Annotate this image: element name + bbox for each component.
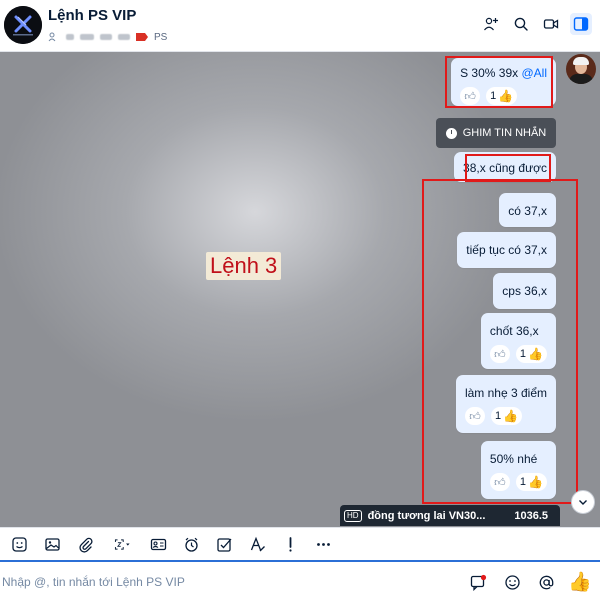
thumbs-up-outline-icon: 👍︎ <box>494 476 506 489</box>
text-format-icon <box>250 536 265 551</box>
like-button[interactable]: 👍︎ <box>464 407 485 425</box>
pin-message-label: GHIM TIN NHẮN <box>462 127 547 139</box>
message-composer: 👍 <box>0 560 600 600</box>
chevron-down-icon <box>579 500 587 505</box>
sticker-icon <box>12 536 27 552</box>
like-button[interactable]: 👍︎ <box>489 473 510 491</box>
message-input[interactable] <box>2 572 442 592</box>
ticker-name: đồng tương lai VN30... <box>367 509 486 522</box>
chat-header: Lệnh PS VIP PS <box>0 0 600 52</box>
group-avatar[interactable] <box>4 6 42 44</box>
message-bubble[interactable]: có 37,x <box>499 193 556 227</box>
thumbs-up-outline-icon: 👍︎ <box>494 348 506 361</box>
image-icon <box>45 537 60 551</box>
message-bubble[interactable]: 50% nhé 👍︎ 1 👍 <box>480 441 556 499</box>
highlight-box <box>445 56 553 108</box>
reaction-count: 1 <box>519 476 527 488</box>
message-text: làm nhẹ 3 điểm <box>464 386 547 400</box>
sender-avatar[interactable] <box>566 54 596 84</box>
add-member-button[interactable] <box>480 13 502 35</box>
message-bubble[interactable]: làm nhẹ 3 điểm 👍︎ 1 👍 <box>455 375 556 433</box>
search-icon <box>514 17 528 31</box>
blurred-info <box>118 34 130 40</box>
image-button[interactable] <box>36 530 69 558</box>
media-ticker[interactable]: HD đồng tương lai VN30... 1036.5 <box>340 505 560 526</box>
reaction-count: 1 <box>519 348 527 360</box>
more-button[interactable] <box>307 530 340 558</box>
search-button[interactable] <box>510 13 532 35</box>
sidebar-toggle-icon <box>573 17 589 31</box>
video-call-button[interactable] <box>540 13 562 35</box>
quick-like-button[interactable]: 👍 <box>568 572 592 593</box>
reaction-row: 👍︎ 1 👍 <box>489 345 547 363</box>
composer-actions: 👍 <box>468 572 592 593</box>
reaction-count-pill[interactable]: 1 👍 <box>515 473 547 491</box>
screenshot-button[interactable] <box>102 530 142 558</box>
reaction-row: 👍︎ 1 👍 <box>464 407 547 425</box>
message-text: cps 36,x <box>502 284 547 298</box>
quick-message-button[interactable] <box>468 572 488 592</box>
contact-card-icon <box>150 538 167 550</box>
reaction-count-pill[interactable]: 1 👍 <box>515 345 547 363</box>
like-button[interactable]: 👍︎ <box>489 345 510 363</box>
message-bubble[interactable]: tiếp tục có 37,x <box>457 232 556 268</box>
emoji-icon <box>504 574 520 590</box>
message-text: tiếp tục có 37,x <box>466 243 547 257</box>
video-call-icon <box>543 19 559 29</box>
hd-badge: HD <box>344 509 362 522</box>
reminder-icon <box>185 537 198 552</box>
group-logo-icon <box>4 6 42 44</box>
chat-title[interactable]: Lệnh PS VIP <box>48 7 136 24</box>
group-subinfo: PS <box>48 30 167 44</box>
attach-icon <box>79 537 93 553</box>
header-actions <box>480 13 592 35</box>
tag-icon <box>136 33 148 41</box>
message-text: chốt 36,x <box>489 324 539 338</box>
thumbs-up-outline-icon: 👍︎ <box>469 410 481 423</box>
task-button[interactable] <box>208 530 241 558</box>
task-icon <box>217 537 232 552</box>
blurred-info <box>100 34 112 40</box>
blurred-info <box>80 34 94 40</box>
scroll-to-bottom-button[interactable] <box>571 490 595 514</box>
emoji-button[interactable] <box>502 572 522 592</box>
contact-card-button[interactable] <box>142 530 175 558</box>
thumbs-up-icon: 👍 <box>528 347 543 361</box>
reaction-count: 1 <box>494 410 502 422</box>
tag-label[interactable]: PS <box>154 32 167 43</box>
at-sign-icon <box>539 575 553 589</box>
composer-toolbar <box>0 527 600 560</box>
reaction-count-pill[interactable]: 1 👍 <box>490 407 523 425</box>
thumbs-up-icon: 👍 <box>503 409 519 423</box>
screenshot-icon <box>114 538 130 550</box>
urgent-icon <box>289 536 292 552</box>
sidebar-toggle-button[interactable] <box>570 13 592 35</box>
text-format-button[interactable] <box>241 530 274 558</box>
message-text: 50% nhé <box>489 452 538 466</box>
mention-button[interactable] <box>536 572 556 592</box>
sticker-button[interactable] <box>3 530 36 558</box>
thumbs-up-icon: 👍 <box>528 475 543 489</box>
add-member-icon <box>484 17 498 31</box>
reaction-row: 👍︎ 1 👍 <box>489 473 547 491</box>
clock-icon <box>445 127 457 139</box>
pin-message-button[interactable]: GHIM TIN NHẮN <box>436 118 556 148</box>
reminder-button[interactable] <box>175 530 208 558</box>
quick-message-icon <box>470 574 486 591</box>
more-icon <box>317 542 330 546</box>
ticker-value: 1036.5 <box>514 509 548 522</box>
message-text: có 37,x <box>508 204 547 218</box>
member-icon <box>48 32 56 42</box>
highlight-box <box>465 154 551 182</box>
message-bubble[interactable]: cps 36,x <box>493 273 556 309</box>
message-bubble[interactable]: chốt 36,x 👍︎ 1 👍 <box>480 313 556 369</box>
watermark-label: Lệnh 3 <box>206 252 282 280</box>
blurred-info <box>66 34 74 40</box>
urgent-button[interactable] <box>274 530 307 558</box>
attach-button[interactable] <box>69 530 102 558</box>
chat-messages-area[interactable]: Lệnh 3 S 30% 39x @All 👍︎ 1 👍 GHIM TIN NHẮ… <box>0 52 600 527</box>
thumbs-up-icon: 👍 <box>568 572 592 593</box>
